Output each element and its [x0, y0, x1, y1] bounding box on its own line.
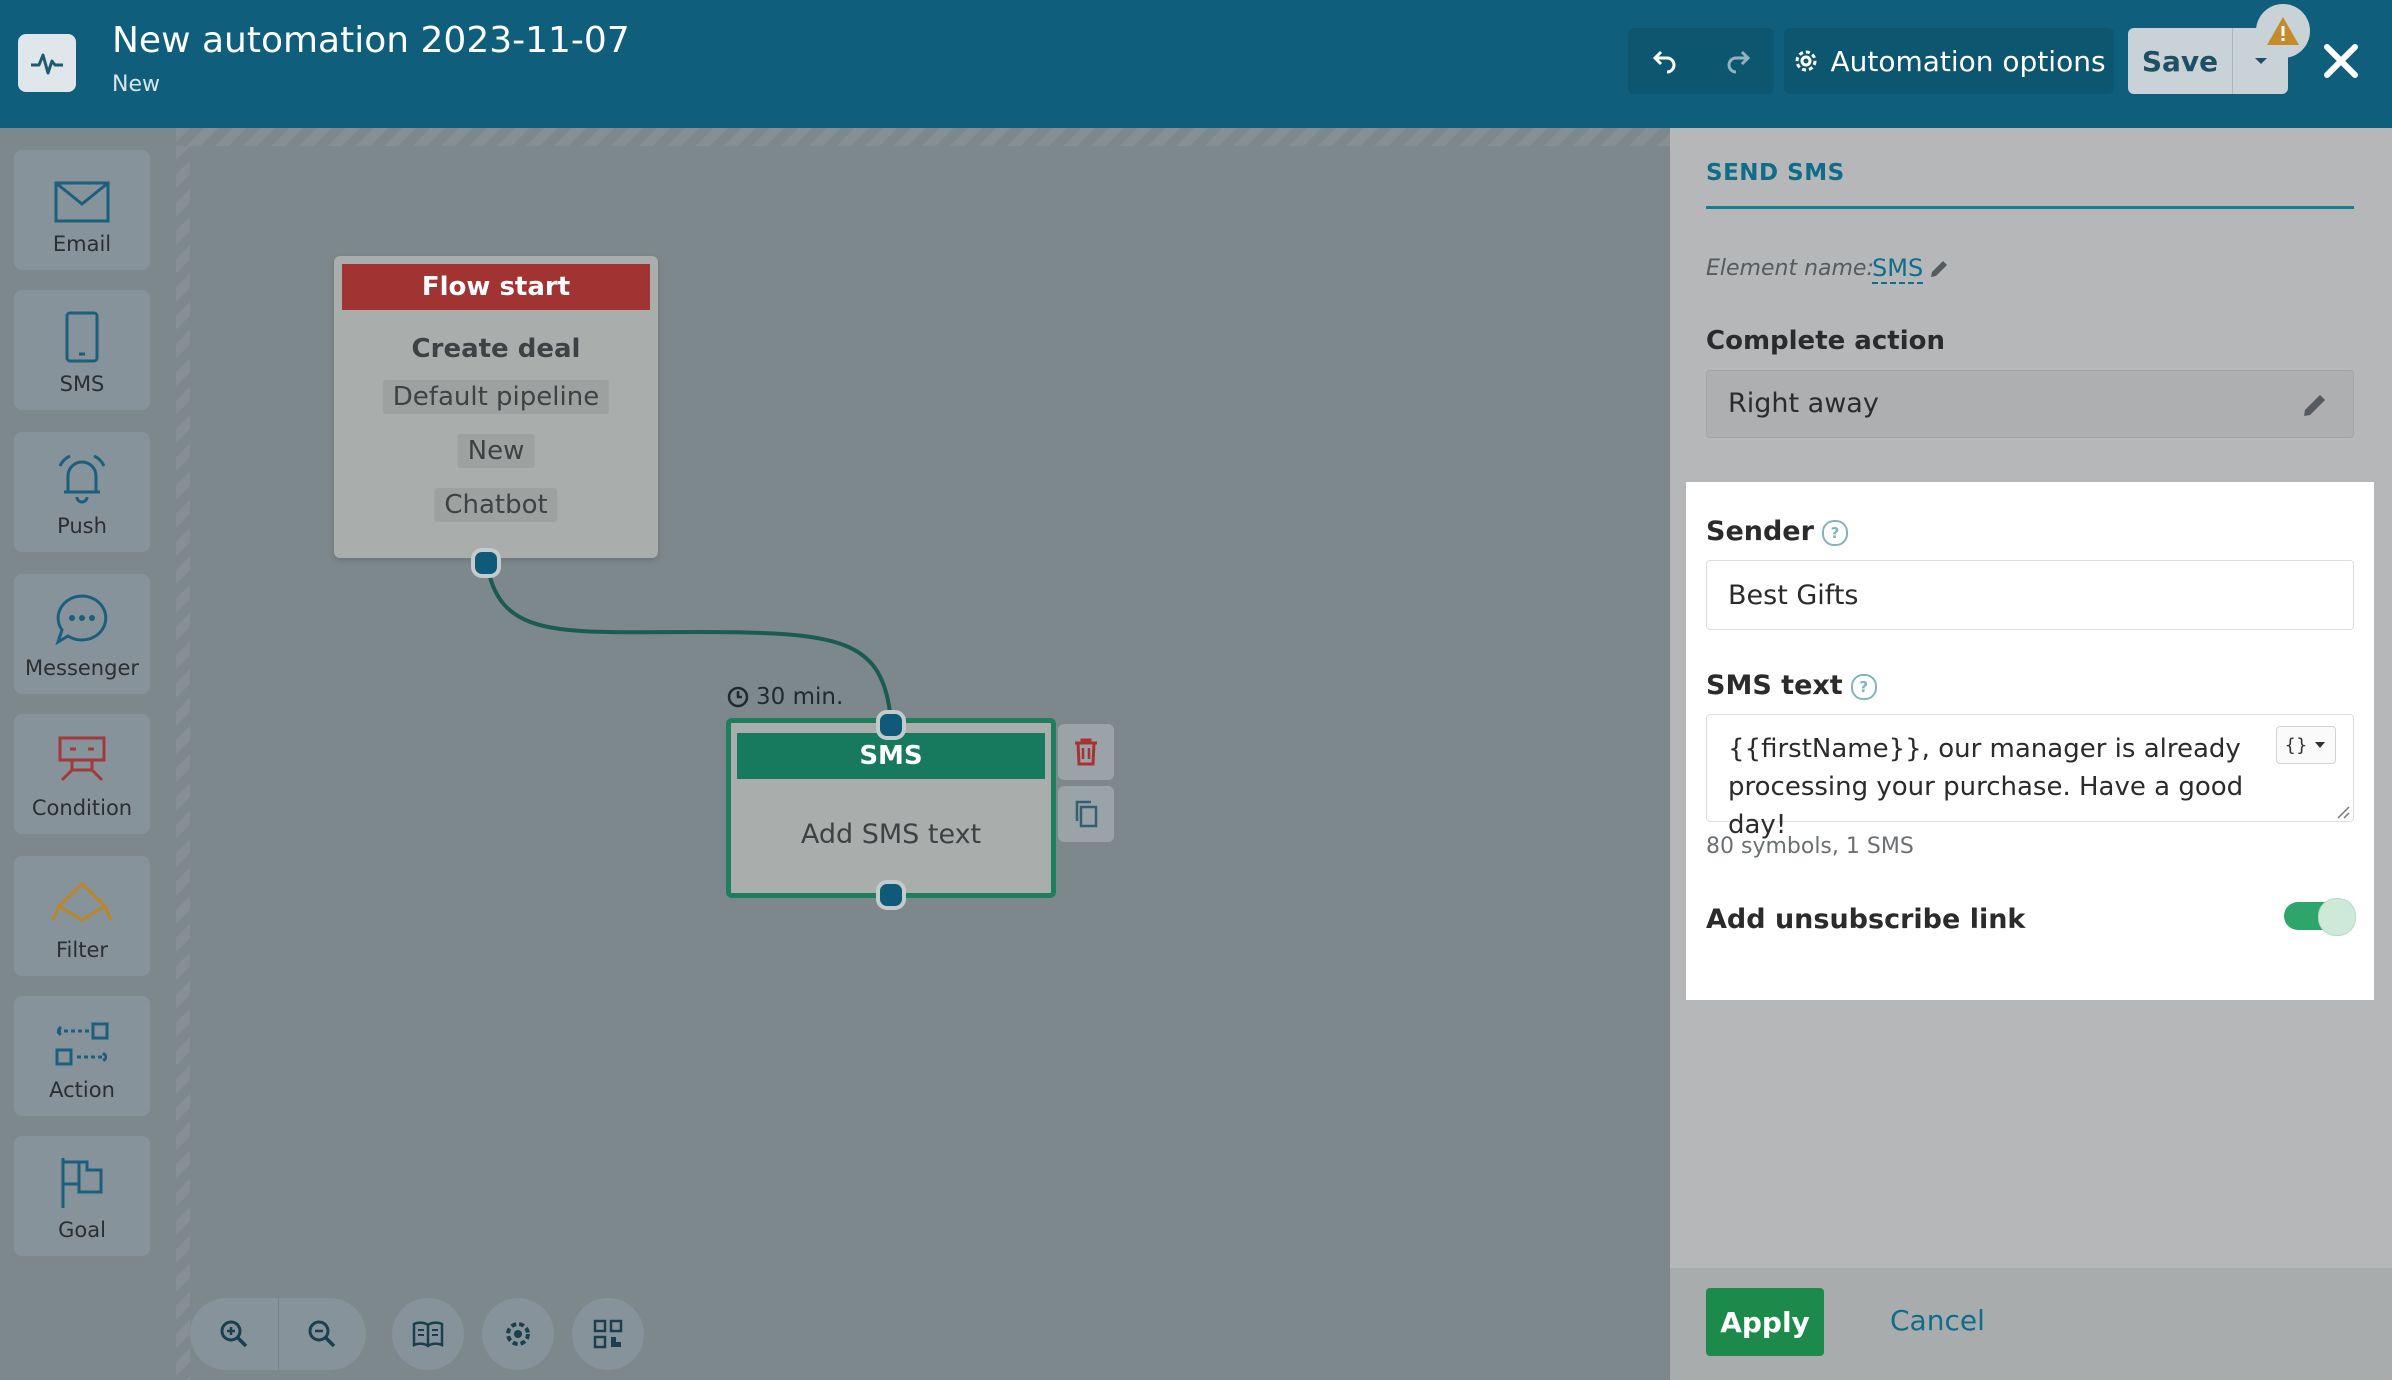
- redo-icon[interactable]: [1701, 28, 1774, 94]
- zoom-in-icon[interactable]: [190, 1298, 278, 1370]
- sms-node[interactable]: SMS Add SMS text: [726, 718, 1056, 898]
- pencil-icon[interactable]: [1928, 258, 1950, 284]
- sender-label-text: Sender: [1706, 516, 1814, 547]
- clock-icon: [727, 686, 749, 708]
- duplicate-node-button[interactable]: [1058, 786, 1114, 842]
- cancel-button[interactable]: Cancel: [1890, 1304, 1985, 1337]
- unsubscribe-toggle[interactable]: [2284, 898, 2356, 936]
- complete-action-value: Right away: [1728, 388, 1879, 419]
- trigger-chip: Chatbot: [434, 488, 558, 522]
- output-port[interactable]: [471, 548, 501, 578]
- sms-text-value: {{firstName}}, our manager is already pr…: [1728, 734, 2244, 840]
- delete-node-button[interactable]: [1058, 724, 1114, 780]
- sms-counter: 80 symbols, 1 SMS: [1706, 834, 1914, 859]
- gear-icon: [1795, 50, 1817, 72]
- automation-options-button[interactable]: Automation options: [1784, 28, 2114, 94]
- minimap-grid-icon[interactable]: [572, 1298, 644, 1370]
- close-icon[interactable]: [2316, 36, 2366, 86]
- help-icon[interactable]: ?: [1821, 520, 1848, 546]
- input-port[interactable]: [876, 710, 906, 740]
- copy-icon: [1075, 800, 1098, 828]
- braces-icon: {}: [2284, 734, 2308, 756]
- element-name-label: Element name:: [1706, 256, 1874, 281]
- sms-text-label: SMS text?: [1706, 670, 1877, 701]
- delay-badge[interactable]: 30 min.: [726, 684, 843, 710]
- flow-start-header: Flow start: [342, 264, 650, 310]
- book-icon[interactable]: [392, 1298, 464, 1370]
- automation-options-label: Automation options: [1830, 44, 2106, 78]
- trigger-chip: New: [457, 434, 535, 468]
- sms-text-label-text: SMS text: [1706, 670, 1843, 701]
- trash-icon: [1075, 738, 1097, 766]
- apply-button[interactable]: Apply: [1706, 1288, 1824, 1356]
- pencil-icon[interactable]: [2300, 390, 2330, 424]
- trigger-chip: Default pipeline: [382, 380, 610, 414]
- output-port[interactable]: [876, 880, 906, 910]
- flow-start-trigger: Create deal: [411, 334, 581, 364]
- chevron-down-icon: [2315, 742, 2326, 748]
- toggle-knob: [2318, 898, 2356, 936]
- delay-text: 30 min.: [756, 684, 844, 710]
- unsubscribe-label: Add unsubscribe link: [1706, 904, 2026, 935]
- flow-start-node[interactable]: Flow start Create deal Default pipeline …: [334, 256, 658, 558]
- sender-value: Best Gifts: [1728, 580, 1859, 611]
- warning-icon[interactable]: [2256, 4, 2310, 58]
- panel-title-underline: [1706, 206, 2354, 209]
- sender-label: Sender?: [1706, 516, 1848, 547]
- resize-handle-icon[interactable]: [2336, 804, 2350, 823]
- element-name-value[interactable]: SMS: [1872, 254, 1924, 284]
- save-button[interactable]: Save: [2128, 28, 2233, 94]
- sms-node-body: Add SMS text: [800, 819, 982, 850]
- insert-variable-button[interactable]: {}: [2276, 726, 2336, 764]
- settings-gear-icon[interactable]: [482, 1298, 554, 1370]
- help-icon[interactable]: ?: [1850, 674, 1877, 700]
- zoom-out-icon[interactable]: [277, 1298, 367, 1370]
- complete-action-label: Complete action: [1706, 326, 1945, 356]
- zoom-controls: [190, 1298, 366, 1370]
- panel-title: SEND SMS: [1706, 160, 1845, 186]
